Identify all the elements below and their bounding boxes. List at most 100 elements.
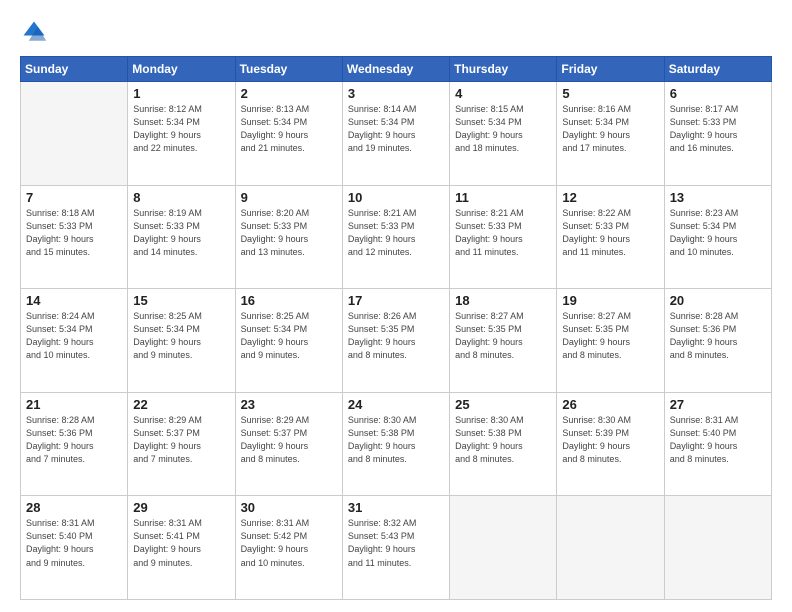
- day-number: 24: [348, 397, 444, 412]
- header-sunday: Sunday: [21, 57, 128, 82]
- calendar-cell: 7 Sunrise: 8:18 AM Sunset: 5:33 PM Daylig…: [21, 185, 128, 289]
- calendar-cell: [664, 496, 771, 600]
- day-number: 10: [348, 190, 444, 205]
- calendar-cell: 2 Sunrise: 8:13 AM Sunset: 5:34 PM Daylig…: [235, 82, 342, 186]
- day-number: 27: [670, 397, 766, 412]
- header: [20, 18, 772, 46]
- calendar-cell: 1 Sunrise: 8:12 AM Sunset: 5:34 PM Daylig…: [128, 82, 235, 186]
- day-number: 9: [241, 190, 337, 205]
- calendar-cell: [21, 82, 128, 186]
- header-friday: Friday: [557, 57, 664, 82]
- calendar-cell: 11Sunrise: 8:21 AM Sunset: 5:33 PM Dayli…: [450, 185, 557, 289]
- day-number: 17: [348, 293, 444, 308]
- calendar-cell: 21 Sunrise: 8:28 AM Sunset: 5:36 PM Dayli…: [21, 392, 128, 496]
- calendar-cell: 14Sunrise: 8:24 AM Sunset: 5:34 PM Dayli…: [21, 289, 128, 393]
- day-number: 29: [133, 500, 229, 515]
- day-info: Sunrise: 8:19 AM Sunset: 5:33 PM Dayligh…: [133, 207, 229, 259]
- day-number: 8: [133, 190, 229, 205]
- day-number: 3: [348, 86, 444, 101]
- calendar-week-row: 1 Sunrise: 8:12 AM Sunset: 5:34 PM Daylig…: [21, 82, 772, 186]
- day-number: 16: [241, 293, 337, 308]
- calendar-cell: 30 Sunrise: 8:31 AM Sunset: 5:42 PM Dayli…: [235, 496, 342, 600]
- calendar-cell: 22 Sunrise: 8:29 AM Sunset: 5:37 PM Dayli…: [128, 392, 235, 496]
- day-info: Sunrise: 8:22 AM Sunset: 5:33 PM Dayligh…: [562, 207, 658, 259]
- day-number: 26: [562, 397, 658, 412]
- day-number: 25: [455, 397, 551, 412]
- logo-icon: [20, 18, 48, 46]
- day-info: Sunrise: 8:20 AM Sunset: 5:33 PM Dayligh…: [241, 207, 337, 259]
- day-number: 20: [670, 293, 766, 308]
- header-tuesday: Tuesday: [235, 57, 342, 82]
- calendar-cell: 12 Sunrise: 8:22 AM Sunset: 5:33 PM Dayli…: [557, 185, 664, 289]
- calendar-week-row: 28 Sunrise: 8:31 AM Sunset: 5:40 PM Dayli…: [21, 496, 772, 600]
- day-info: Sunrise: 8:12 AM Sunset: 5:34 PM Dayligh…: [133, 103, 229, 155]
- calendar-week-row: 14Sunrise: 8:24 AM Sunset: 5:34 PM Dayli…: [21, 289, 772, 393]
- logo: [20, 18, 52, 46]
- day-info: Sunrise: 8:21 AM Sunset: 5:33 PM Dayligh…: [348, 207, 444, 259]
- header-monday: Monday: [128, 57, 235, 82]
- calendar-cell: 26 Sunrise: 8:30 AM Sunset: 5:39 PM Dayli…: [557, 392, 664, 496]
- day-info: Sunrise: 8:31 AM Sunset: 5:40 PM Dayligh…: [26, 517, 122, 569]
- day-number: 5: [562, 86, 658, 101]
- day-info: Sunrise: 8:30 AM Sunset: 5:38 PM Dayligh…: [455, 414, 551, 466]
- calendar-cell: 23Sunrise: 8:29 AM Sunset: 5:37 PM Dayli…: [235, 392, 342, 496]
- calendar-cell: 27 Sunrise: 8:31 AM Sunset: 5:40 PM Dayli…: [664, 392, 771, 496]
- day-info: Sunrise: 8:27 AM Sunset: 5:35 PM Dayligh…: [562, 310, 658, 362]
- calendar-cell: 18 Sunrise: 8:27 AM Sunset: 5:35 PM Dayli…: [450, 289, 557, 393]
- day-info: Sunrise: 8:31 AM Sunset: 5:40 PM Dayligh…: [670, 414, 766, 466]
- calendar-cell: 28 Sunrise: 8:31 AM Sunset: 5:40 PM Dayli…: [21, 496, 128, 600]
- calendar-body: 1 Sunrise: 8:12 AM Sunset: 5:34 PM Daylig…: [21, 82, 772, 600]
- day-number: 18: [455, 293, 551, 308]
- day-number: 31: [348, 500, 444, 515]
- calendar-cell: 29 Sunrise: 8:31 AM Sunset: 5:41 PM Dayli…: [128, 496, 235, 600]
- day-number: 6: [670, 86, 766, 101]
- calendar-table: Sunday Monday Tuesday Wednesday Thursday…: [20, 56, 772, 600]
- day-info: Sunrise: 8:29 AM Sunset: 5:37 PM Dayligh…: [133, 414, 229, 466]
- day-info: Sunrise: 8:14 AM Sunset: 5:34 PM Dayligh…: [348, 103, 444, 155]
- day-info: Sunrise: 8:28 AM Sunset: 5:36 PM Dayligh…: [26, 414, 122, 466]
- calendar-cell: 17Sunrise: 8:26 AM Sunset: 5:35 PM Dayli…: [342, 289, 449, 393]
- calendar-cell: 31 Sunrise: 8:32 AM Sunset: 5:43 PM Dayli…: [342, 496, 449, 600]
- day-number: 22: [133, 397, 229, 412]
- calendar-cell: 13 Sunrise: 8:23 AM Sunset: 5:34 PM Dayli…: [664, 185, 771, 289]
- calendar-header-row: Sunday Monday Tuesday Wednesday Thursday…: [21, 57, 772, 82]
- day-number: 28: [26, 500, 122, 515]
- calendar-cell: 5 Sunrise: 8:16 AM Sunset: 5:34 PM Daylig…: [557, 82, 664, 186]
- day-number: 13: [670, 190, 766, 205]
- calendar-cell: 16 Sunrise: 8:25 AM Sunset: 5:34 PM Dayli…: [235, 289, 342, 393]
- day-info: Sunrise: 8:18 AM Sunset: 5:33 PM Dayligh…: [26, 207, 122, 259]
- day-number: 12: [562, 190, 658, 205]
- calendar-cell: 3 Sunrise: 8:14 AM Sunset: 5:34 PM Daylig…: [342, 82, 449, 186]
- day-number: 1: [133, 86, 229, 101]
- day-info: Sunrise: 8:17 AM Sunset: 5:33 PM Dayligh…: [670, 103, 766, 155]
- day-info: Sunrise: 8:25 AM Sunset: 5:34 PM Dayligh…: [241, 310, 337, 362]
- day-number: 14: [26, 293, 122, 308]
- day-number: 7: [26, 190, 122, 205]
- calendar-cell: 8 Sunrise: 8:19 AM Sunset: 5:33 PM Daylig…: [128, 185, 235, 289]
- day-info: Sunrise: 8:29 AM Sunset: 5:37 PM Dayligh…: [241, 414, 337, 466]
- day-info: Sunrise: 8:16 AM Sunset: 5:34 PM Dayligh…: [562, 103, 658, 155]
- calendar-cell: [557, 496, 664, 600]
- calendar-cell: 25 Sunrise: 8:30 AM Sunset: 5:38 PM Dayli…: [450, 392, 557, 496]
- day-info: Sunrise: 8:31 AM Sunset: 5:41 PM Dayligh…: [133, 517, 229, 569]
- calendar-week-row: 7 Sunrise: 8:18 AM Sunset: 5:33 PM Daylig…: [21, 185, 772, 289]
- calendar-cell: 10 Sunrise: 8:21 AM Sunset: 5:33 PM Dayli…: [342, 185, 449, 289]
- day-info: Sunrise: 8:32 AM Sunset: 5:43 PM Dayligh…: [348, 517, 444, 569]
- header-saturday: Saturday: [664, 57, 771, 82]
- day-info: Sunrise: 8:30 AM Sunset: 5:39 PM Dayligh…: [562, 414, 658, 466]
- day-info: Sunrise: 8:31 AM Sunset: 5:42 PM Dayligh…: [241, 517, 337, 569]
- calendar-cell: 4Sunrise: 8:15 AM Sunset: 5:34 PM Daylig…: [450, 82, 557, 186]
- calendar-cell: 24Sunrise: 8:30 AM Sunset: 5:38 PM Dayli…: [342, 392, 449, 496]
- calendar-cell: 15Sunrise: 8:25 AM Sunset: 5:34 PM Dayli…: [128, 289, 235, 393]
- day-number: 15: [133, 293, 229, 308]
- day-number: 21: [26, 397, 122, 412]
- day-info: Sunrise: 8:27 AM Sunset: 5:35 PM Dayligh…: [455, 310, 551, 362]
- day-info: Sunrise: 8:13 AM Sunset: 5:34 PM Dayligh…: [241, 103, 337, 155]
- day-number: 19: [562, 293, 658, 308]
- calendar-cell: [450, 496, 557, 600]
- header-wednesday: Wednesday: [342, 57, 449, 82]
- day-info: Sunrise: 8:23 AM Sunset: 5:34 PM Dayligh…: [670, 207, 766, 259]
- day-number: 2: [241, 86, 337, 101]
- day-info: Sunrise: 8:15 AM Sunset: 5:34 PM Dayligh…: [455, 103, 551, 155]
- day-number: 30: [241, 500, 337, 515]
